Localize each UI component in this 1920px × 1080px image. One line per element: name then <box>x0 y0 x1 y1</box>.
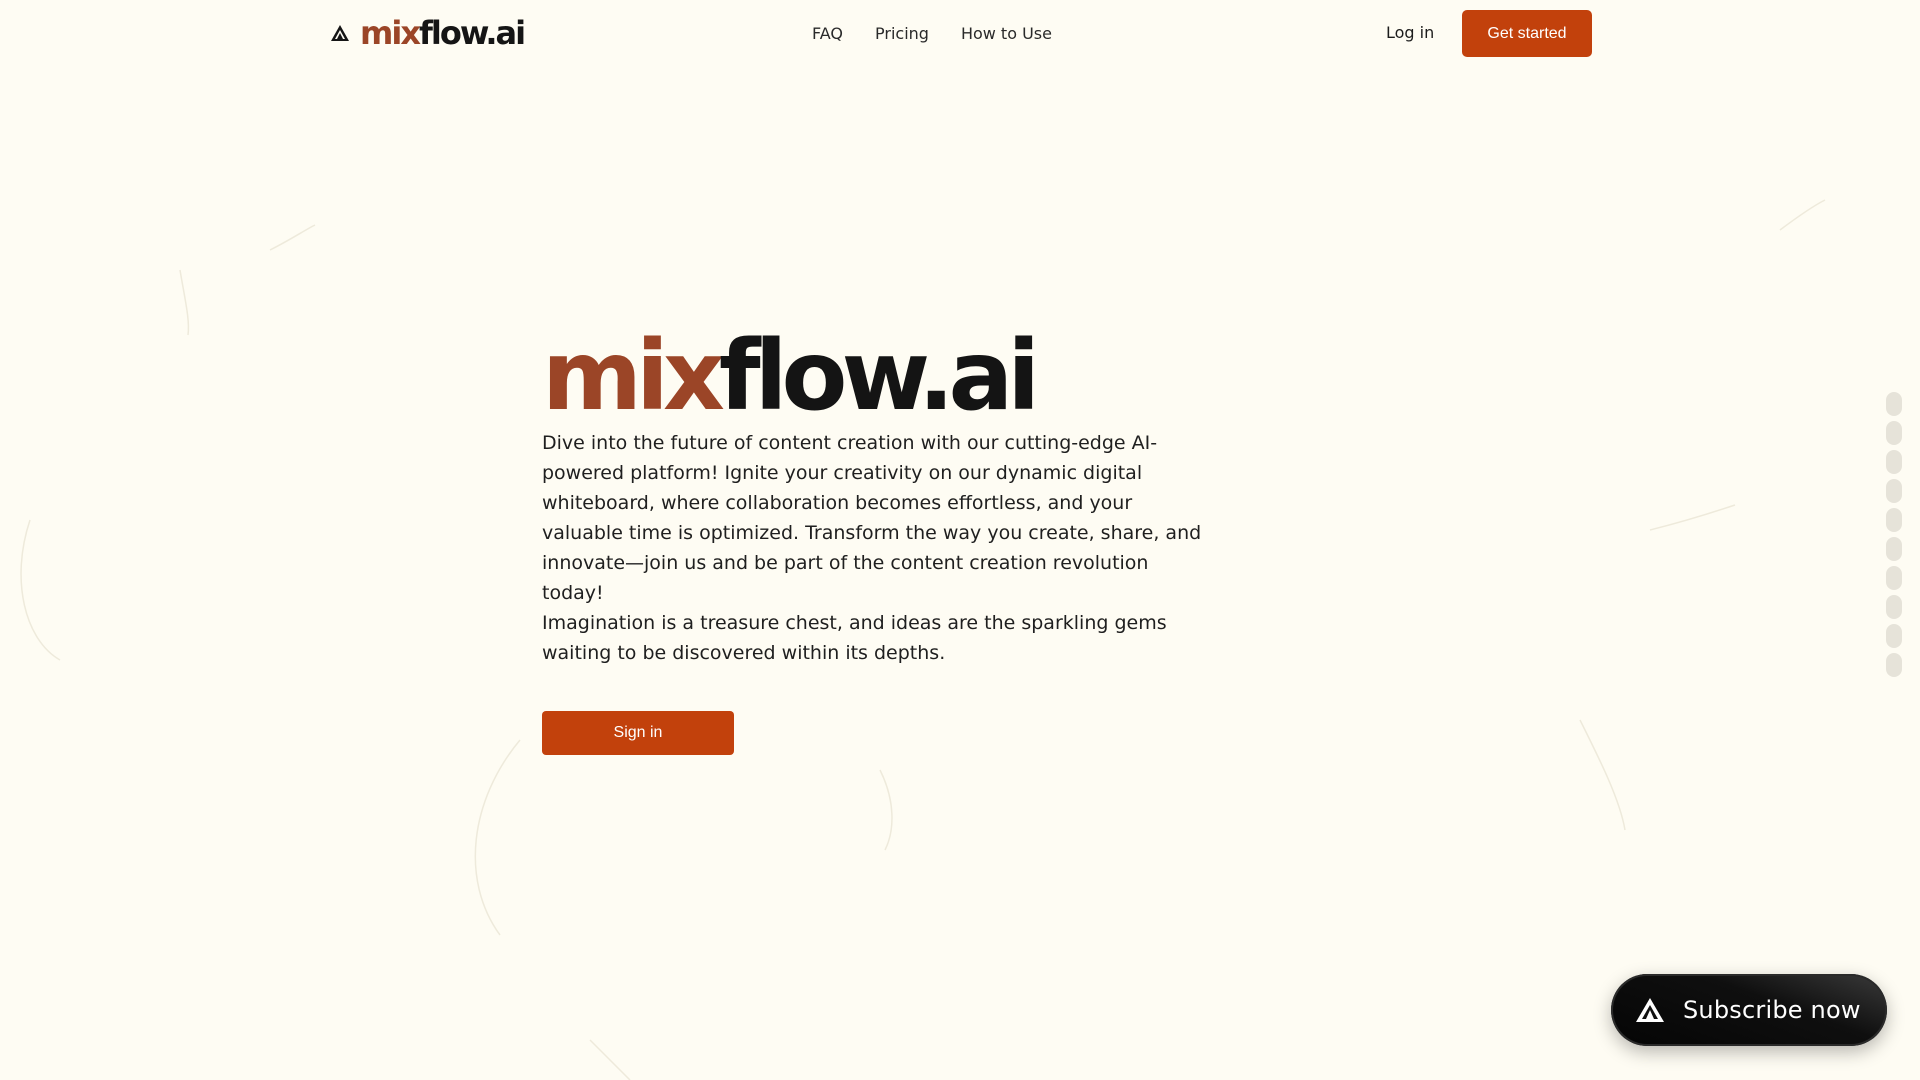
nav-link-pricing[interactable]: Pricing <box>875 24 929 43</box>
top-navigation: mixflow.ai FAQ Pricing How to Use Log in… <box>0 0 1920 66</box>
nav-links: FAQ Pricing How to Use <box>812 19 1052 47</box>
scroll-dot[interactable] <box>1886 508 1902 532</box>
get-started-button[interactable]: Get started <box>1462 10 1592 57</box>
scroll-dot[interactable] <box>1886 624 1902 648</box>
landing-page: mixflow.ai FAQ Pricing How to Use Log in… <box>0 0 1920 1080</box>
section-scroll-indicator <box>1886 392 1902 677</box>
nav-link-faq[interactable]: FAQ <box>812 24 843 43</box>
hero-quote: Imagination is a treasure chest, and ide… <box>542 612 1167 664</box>
subscribe-now-button[interactable]: Subscribe now <box>1611 974 1887 1046</box>
hero-section: mixflow.ai Dive into the future of conte… <box>542 328 1202 668</box>
sign-in-button[interactable]: Sign in <box>542 711 734 755</box>
hero-title-mix: mix <box>542 320 725 432</box>
subscribe-label: Subscribe now <box>1683 996 1861 1024</box>
scroll-dot[interactable] <box>1886 566 1902 590</box>
brand-wordmark-mix: mix <box>360 14 421 52</box>
brand-wordmark-flow: flow.ai <box>418 14 526 52</box>
scroll-dot[interactable] <box>1886 421 1902 445</box>
nav-link-how-to-use[interactable]: How to Use <box>961 24 1052 43</box>
scroll-dot[interactable] <box>1886 653 1902 677</box>
hero-title-flow: flow.ai <box>718 320 1040 432</box>
brand-logo-link[interactable]: mixflow.ai <box>330 13 526 53</box>
scroll-dot[interactable] <box>1886 392 1902 416</box>
scroll-dot[interactable] <box>1886 479 1902 503</box>
scroll-dot[interactable] <box>1886 450 1902 474</box>
hero-title: mixflow.ai <box>542 328 1202 424</box>
brand-wordmark: mixflow.ai <box>360 13 526 53</box>
login-link[interactable]: Log in <box>1386 19 1434 47</box>
scroll-dot[interactable] <box>1886 537 1902 561</box>
mixflow-logo-icon <box>331 25 349 41</box>
mixflow-logo-icon <box>1636 998 1664 1022</box>
scroll-dot[interactable] <box>1886 595 1902 619</box>
hero-description: Dive into the future of content creation… <box>542 432 1202 604</box>
